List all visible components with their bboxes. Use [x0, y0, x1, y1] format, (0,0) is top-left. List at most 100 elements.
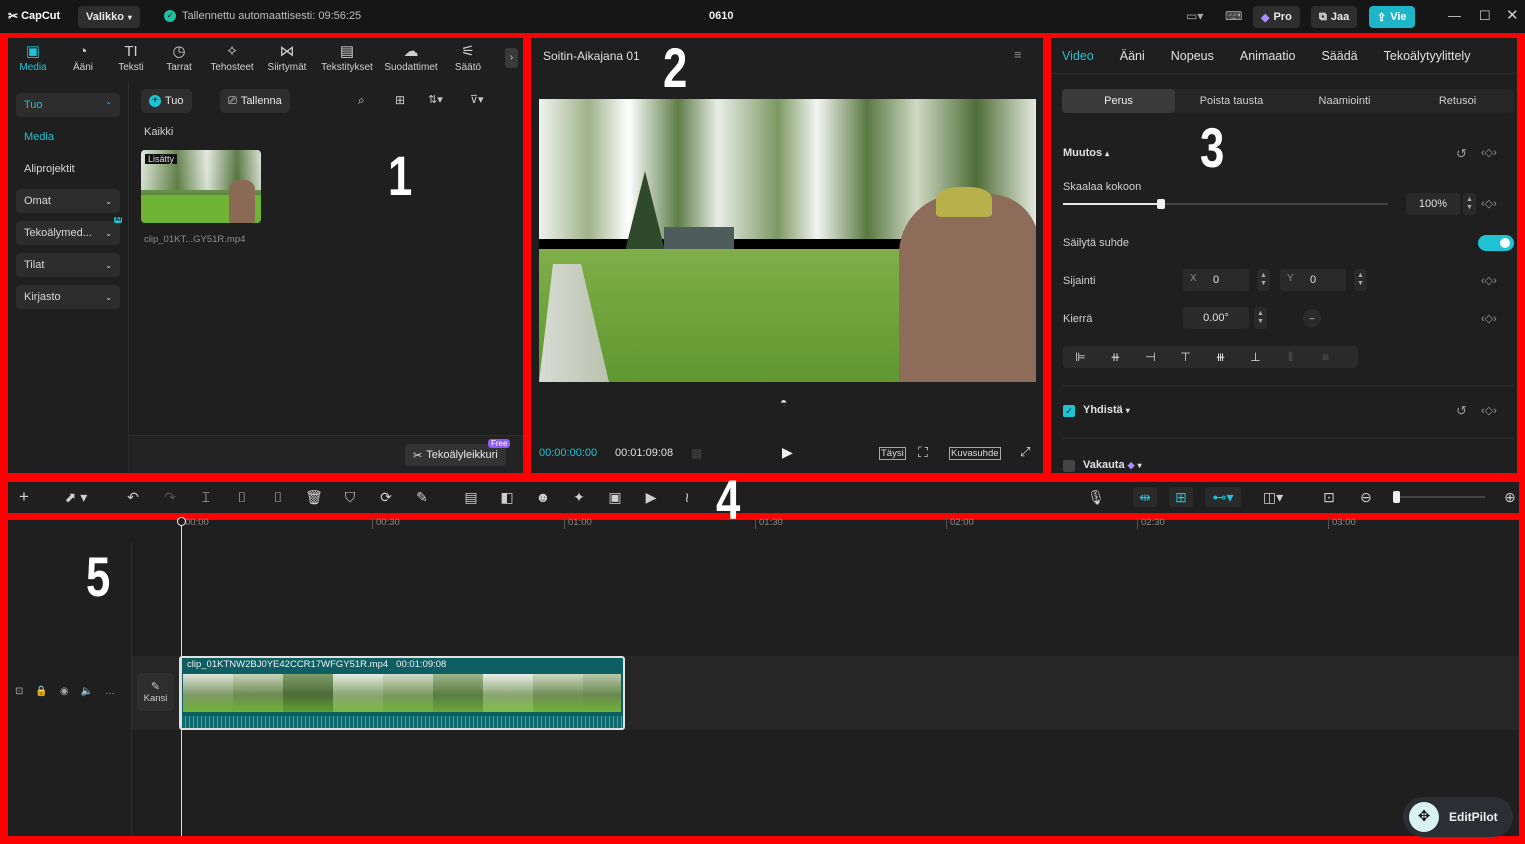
audio-wave-icon[interactable]: ≀ — [677, 487, 697, 507]
zoom-in-icon[interactable]: ⊕ — [1500, 487, 1520, 507]
zoom-slider-handle[interactable] — [1393, 491, 1400, 503]
keyframe-icon[interactable]: ‹◇› — [1481, 274, 1497, 287]
ai-edit-icon[interactable]: ✎ — [412, 487, 432, 507]
stabilize-checkbox[interactable] — [1063, 460, 1075, 472]
share-button[interactable]: ⧉ Jaa — [1311, 6, 1358, 28]
play-icon[interactable]: ▶ — [782, 444, 793, 461]
minimize-icon[interactable]: — — [1448, 8, 1461, 23]
grid-view-icon[interactable]: ⊞ — [395, 93, 405, 107]
scale-slider[interactable] — [1063, 199, 1388, 209]
position-y-stepper[interactable]: ▲ ▼ — [1354, 269, 1367, 291]
align-center-h-icon[interactable]: ⧺ — [1098, 350, 1133, 364]
pro-button[interactable]: ◆ Pro — [1253, 6, 1300, 28]
chain-icon[interactable]: ⊷▾ — [1205, 487, 1241, 507]
tool-media[interactable]: ▣ Media — [8, 38, 58, 78]
tab-video[interactable]: Video — [1062, 49, 1094, 63]
fit-timeline-icon[interactable]: ⊡ — [1319, 487, 1339, 507]
select-tool-icon[interactable]: ⬈ ▾ — [56, 487, 96, 507]
fullscreen-icon[interactable]: ⤢ — [1020, 444, 1030, 460]
scale-input[interactable]: 100% — [1406, 193, 1460, 215]
keyframe-icon[interactable]: ‹◇› — [1481, 404, 1497, 417]
rotate-input[interactable]: 0.00° — [1183, 307, 1249, 329]
video-ai-icon[interactable]: ▶ — [641, 487, 661, 507]
scale-stepper[interactable]: ▲ ▼ — [1463, 193, 1476, 215]
mirror-icon[interactable]: ◧ — [497, 487, 517, 507]
keyframe-icon[interactable]: ‹◇› — [1481, 197, 1497, 210]
full-quality-button[interactable]: Täysi — [879, 447, 906, 460]
shortcuts-icon[interactable]: ⌨ — [1225, 9, 1242, 23]
search-icon[interactable]: ⌕ — [358, 93, 365, 108]
split-right-icon[interactable]: ⌷ — [268, 487, 288, 507]
record-button[interactable]: ⎚ Tallenna — [220, 89, 290, 113]
layout-icon[interactable]: ▭▾ — [1186, 9, 1203, 23]
media-clip-thumbnail[interactable]: Lisätty — [141, 150, 261, 223]
sidebar-item-ai-media[interactable]: Tekoälymed... ⌄ AI — [16, 217, 122, 245]
split-left-icon[interactable]: ⌷ — [232, 487, 252, 507]
sidebar-item-own[interactable]: Omat ⌄ — [16, 189, 120, 213]
keyframe-icon[interactable]: ‹◇› — [1481, 146, 1497, 159]
sidebar-item-import[interactable]: Tuo ⌃ — [16, 93, 120, 117]
maximize-icon[interactable]: ☐ — [1479, 8, 1491, 24]
keyframe-icon[interactable]: ‹◇› — [1481, 312, 1497, 325]
keep-ratio-toggle[interactable] — [1478, 235, 1514, 251]
sidebar-item-subprojects[interactable]: Aliprojektit — [16, 157, 120, 181]
lock-icon[interactable]: 🔒 — [35, 686, 47, 697]
shield-icon[interactable]: ⛉ — [340, 487, 360, 507]
subtab-basic[interactable]: Perus — [1062, 89, 1175, 113]
delete-icon[interactable]: 🗑 — [304, 487, 324, 507]
align-center-v-icon[interactable]: ⧻ — [1203, 350, 1238, 364]
link-icon[interactable]: ⊞ — [1169, 487, 1193, 507]
stabilize-section-title[interactable]: Vakauta ◆ ▾ — [1083, 459, 1142, 471]
tool-transitions[interactable]: ⋈ Siirtymät — [260, 38, 314, 78]
person-cutout-icon[interactable]: ☻ — [533, 487, 553, 507]
track-thumbnail-icon[interactable]: ⊡ — [15, 686, 23, 697]
export-button[interactable]: ⇪ Vie — [1369, 6, 1415, 28]
align-right-icon[interactable]: ⊣ — [1133, 350, 1168, 364]
sort-icon[interactable]: ⇅▾ — [428, 93, 443, 106]
tool-captions[interactable]: ▤ Tekstitykset — [314, 38, 380, 78]
loop-icon[interactable]: ⟳ — [376, 487, 396, 507]
sidebar-item-spaces[interactable]: Tilat ⌄ — [16, 253, 120, 277]
rotate-handle-icon[interactable]: ◓ — [780, 395, 787, 409]
sidebar-item-media[interactable]: Media — [16, 125, 120, 149]
zoom-slider[interactable] — [1393, 491, 1485, 503]
tool-text[interactable]: TI Teksti — [108, 38, 154, 78]
close-icon[interactable]: ✕ — [1506, 6, 1519, 24]
transform-section-title[interactable]: Muutos ▴ — [1063, 147, 1109, 159]
menu-button[interactable]: Valikko ▾ — [78, 6, 140, 28]
preview-axis-icon[interactable]: ◫▾ — [1255, 487, 1291, 507]
import-button[interactable]: + Tuo — [141, 89, 192, 113]
align-bottom-icon[interactable]: ⊥ — [1238, 350, 1273, 364]
more-icon[interactable]: … — [105, 686, 115, 697]
tool-audio[interactable]: ◔ Ääni — [58, 38, 108, 78]
tool-filters[interactable]: ☁ Suodattimet — [380, 38, 442, 78]
blend-checkbox[interactable]: ✓ — [1063, 405, 1075, 417]
position-x-input[interactable]: X 0 — [1183, 269, 1249, 291]
position-x-stepper[interactable]: ▲ ▼ — [1257, 269, 1270, 291]
chevron-right-icon[interactable]: › — [505, 48, 518, 68]
filter-icon[interactable]: ⊽▾ — [470, 93, 484, 106]
undo-icon[interactable]: ↶ — [123, 487, 143, 507]
tab-speed[interactable]: Nopeus — [1171, 49, 1214, 63]
reset-icon[interactable]: ↺ — [1456, 146, 1467, 162]
tab-ai-style[interactable]: Tekoälytyylittely — [1384, 49, 1471, 63]
zoom-out-icon[interactable]: ⊖ — [1356, 487, 1376, 507]
speaker-icon[interactable]: 🔈 — [81, 686, 93, 697]
microphone-icon[interactable]: 🎙 — [1086, 487, 1106, 507]
reset-icon[interactable]: ↺ — [1456, 403, 1467, 419]
subtab-mask[interactable]: Naamiointi — [1288, 89, 1401, 113]
tool-stickers[interactable]: ◷ Tarrat — [154, 38, 204, 78]
scale-slider-handle[interactable] — [1156, 199, 1165, 209]
eye-icon[interactable]: ◉ — [60, 686, 69, 697]
tool-effects[interactable]: ✧ Tehosteet — [204, 38, 260, 78]
tab-animation[interactable]: Animaatio — [1240, 49, 1296, 63]
split-icon[interactable]: ⌶ — [196, 487, 216, 507]
distribute-v-icon[interactable]: ≡ — [1308, 350, 1343, 364]
playhead[interactable] — [181, 522, 182, 836]
cover-button[interactable]: ✎ Kansi — [137, 673, 174, 711]
rotate-stepper[interactable]: ▲ ▼ — [1254, 307, 1267, 329]
playhead-handle[interactable] — [177, 517, 186, 526]
menu-icon[interactable]: ≡ — [1014, 47, 1022, 62]
subtab-remove-bg[interactable]: Poista tausta — [1175, 89, 1288, 113]
subtab-retouch[interactable]: Retusoi — [1401, 89, 1514, 113]
